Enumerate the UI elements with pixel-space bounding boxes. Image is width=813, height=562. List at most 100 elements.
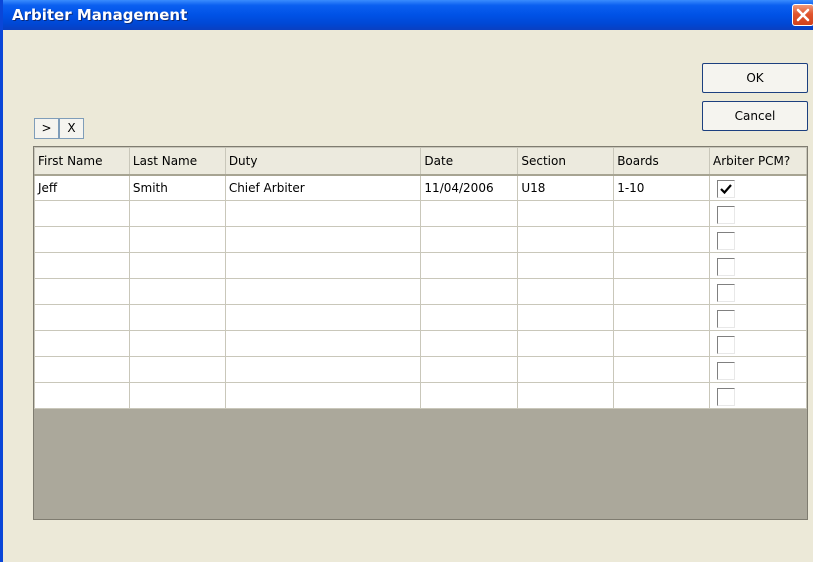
arbiter-pcm-checkbox[interactable]: [717, 362, 736, 380]
cell-section[interactable]: [517, 330, 615, 357]
arbiter-pcm-checkbox[interactable]: [717, 180, 736, 199]
cell-last-name[interactable]: [128, 304, 226, 331]
cell-duty[interactable]: [224, 278, 422, 305]
table-row[interactable]: [34, 278, 807, 305]
arbiter-table: First Name Last Name Duty Date Section B…: [34, 147, 807, 409]
column-header-last-name[interactable]: Last Name: [128, 147, 226, 176]
cell-section[interactable]: U18: [517, 174, 615, 201]
arbiter-pcm-checkbox[interactable]: [717, 258, 736, 276]
cell-first-name[interactable]: [34, 226, 130, 253]
cell-date[interactable]: [420, 356, 519, 383]
cell-arbiter-pcm: [709, 382, 807, 409]
cell-duty[interactable]: [224, 252, 422, 279]
table-row[interactable]: [34, 304, 807, 331]
column-header-first-name[interactable]: First Name: [34, 147, 130, 176]
arbiter-grid[interactable]: First Name Last Name Duty Date Section B…: [33, 146, 808, 520]
cell-boards[interactable]: [613, 330, 711, 357]
cancel-button[interactable]: Cancel: [702, 101, 808, 131]
cell-boards[interactable]: [613, 304, 711, 331]
cell-arbiter-pcm: [709, 226, 807, 253]
cell-first-name[interactable]: [34, 278, 130, 305]
cell-first-name[interactable]: Jeff: [34, 174, 130, 201]
table-row[interactable]: Jeff Smith Chief Arbiter 11/04/2006 U18 1-10: [34, 174, 807, 201]
arbiter-pcm-checkbox[interactable]: [717, 336, 736, 354]
cell-first-name[interactable]: [34, 382, 130, 409]
table-row[interactable]: [34, 356, 807, 383]
close-button[interactable]: [792, 4, 813, 26]
cell-duty[interactable]: [224, 356, 422, 383]
cell-first-name[interactable]: [34, 304, 130, 331]
cell-date[interactable]: [420, 330, 519, 357]
table-row[interactable]: [34, 252, 807, 279]
cell-first-name[interactable]: [34, 330, 130, 357]
cell-section[interactable]: [517, 200, 615, 227]
cell-section[interactable]: [517, 226, 615, 253]
cell-arbiter-pcm: [709, 304, 807, 331]
arbiter-pcm-checkbox[interactable]: [717, 310, 736, 328]
header-row: First Name Last Name Duty Date Section B…: [34, 147, 807, 176]
add-row-button[interactable]: >: [34, 118, 59, 139]
cell-arbiter-pcm: [709, 200, 807, 227]
cell-section[interactable]: [517, 278, 615, 305]
cell-last-name[interactable]: [128, 200, 226, 227]
cell-section[interactable]: [517, 382, 615, 409]
cell-last-name[interactable]: [128, 226, 226, 253]
cell-last-name[interactable]: [128, 252, 226, 279]
cell-last-name[interactable]: [128, 278, 226, 305]
cell-duty[interactable]: Chief Arbiter: [224, 174, 422, 201]
arbiter-pcm-checkbox[interactable]: [717, 232, 736, 250]
cell-boards[interactable]: [613, 226, 711, 253]
arbiter-pcm-checkbox[interactable]: [717, 206, 736, 224]
cell-boards[interactable]: [613, 382, 711, 409]
cell-date[interactable]: [420, 278, 519, 305]
cell-boards[interactable]: [613, 252, 711, 279]
column-header-duty[interactable]: Duty: [224, 147, 422, 176]
cell-duty[interactable]: [224, 200, 422, 227]
cell-duty[interactable]: [224, 304, 422, 331]
table-row[interactable]: [34, 382, 807, 409]
cell-date[interactable]: [420, 252, 519, 279]
table-row[interactable]: [34, 200, 807, 227]
cell-last-name[interactable]: [128, 382, 226, 409]
close-icon: [796, 8, 810, 22]
delete-row-button[interactable]: X: [59, 118, 84, 139]
cell-arbiter-pcm: [709, 174, 807, 201]
cell-duty[interactable]: [224, 330, 422, 357]
ok-button[interactable]: OK: [702, 63, 808, 93]
cell-date[interactable]: [420, 382, 519, 409]
column-header-section[interactable]: Section: [517, 147, 615, 176]
table-row[interactable]: [34, 226, 807, 253]
cell-arbiter-pcm: [709, 356, 807, 383]
cell-duty[interactable]: [224, 226, 422, 253]
cell-duty[interactable]: [224, 382, 422, 409]
table-row[interactable]: [34, 330, 807, 357]
cell-section[interactable]: [517, 304, 615, 331]
cell-boards[interactable]: 1-10: [613, 174, 711, 201]
cell-first-name[interactable]: [34, 200, 130, 227]
cell-last-name[interactable]: Smith: [128, 174, 226, 201]
cell-arbiter-pcm: [709, 252, 807, 279]
cell-first-name[interactable]: [34, 252, 130, 279]
title-bar[interactable]: Arbiter Management: [3, 0, 813, 30]
cell-date[interactable]: [420, 226, 519, 253]
cell-arbiter-pcm: [709, 330, 807, 357]
arbiter-pcm-checkbox[interactable]: [717, 388, 736, 406]
cell-section[interactable]: [517, 252, 615, 279]
cell-last-name[interactable]: [128, 356, 226, 383]
arbiter-pcm-checkbox[interactable]: [717, 284, 736, 302]
cell-boards[interactable]: [613, 278, 711, 305]
checkmark-icon: [720, 184, 732, 195]
cell-section[interactable]: [517, 356, 615, 383]
arbiter-management-dialog: Arbiter Management OK Cancel > X First N…: [0, 0, 813, 562]
cell-date[interactable]: [420, 200, 519, 227]
column-header-boards[interactable]: Boards: [613, 147, 711, 176]
cell-date[interactable]: [420, 304, 519, 331]
cell-arbiter-pcm: [709, 278, 807, 305]
cell-date[interactable]: 11/04/2006: [420, 174, 519, 201]
cell-boards[interactable]: [613, 200, 711, 227]
column-header-arbiter-pcm[interactable]: Arbiter PCM?: [709, 147, 807, 176]
cell-first-name[interactable]: [34, 356, 130, 383]
cell-boards[interactable]: [613, 356, 711, 383]
column-header-date[interactable]: Date: [420, 147, 519, 176]
cell-last-name[interactable]: [128, 330, 226, 357]
